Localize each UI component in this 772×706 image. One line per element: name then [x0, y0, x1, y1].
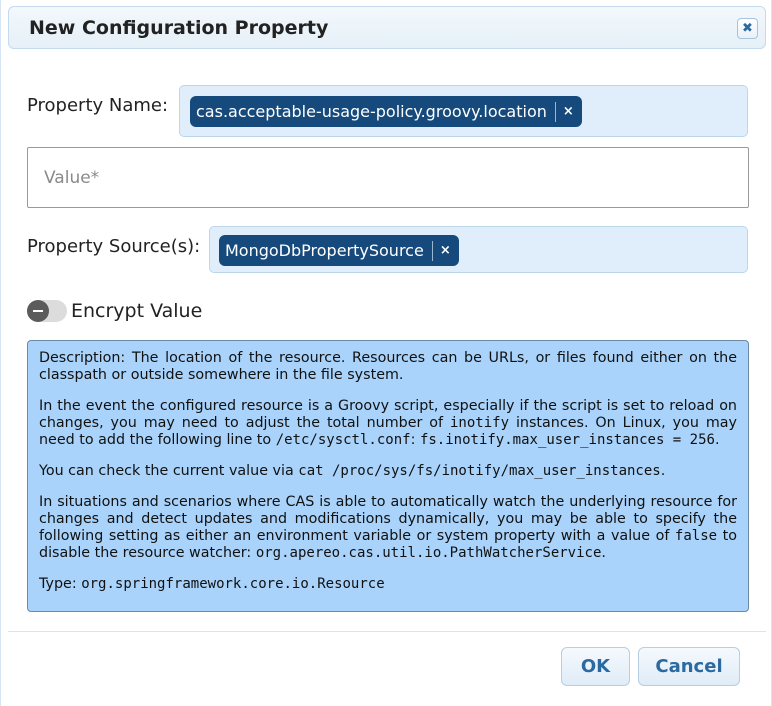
- new-configuration-property-dialog: New Configuration Property ✖ Property Na…: [0, 0, 772, 706]
- description-text: You can check the current value via: [39, 463, 299, 479]
- code-text: false: [674, 528, 718, 544]
- description-paragraph: In situations and scenarios where CAS is…: [39, 494, 737, 562]
- description-paragraph: Description: The location of the resourc…: [39, 350, 737, 384]
- property-name-chip-label: cas.acceptable-usage-policy.groovy.locat…: [196, 102, 547, 121]
- chip-separator: [431, 240, 433, 261]
- ok-button[interactable]: OK: [561, 647, 630, 686]
- property-name-label: Property Name:: [27, 95, 169, 116]
- toggle-knob-icon: [27, 300, 49, 322]
- code-text: org.apereo.cas.util.io.PathWatcherServic…: [255, 545, 602, 561]
- code-text: inotify: [450, 415, 510, 431]
- type-value: org.springframework.core.io.Resource: [81, 576, 385, 592]
- description-text: .: [601, 545, 606, 561]
- property-source-chip: MongoDbPropertySource ×: [219, 235, 459, 266]
- type-label: Type:: [39, 576, 82, 592]
- value-input[interactable]: [27, 147, 749, 208]
- encrypt-value-label: Encrypt Value: [71, 300, 203, 322]
- description-text: .: [660, 463, 666, 479]
- encrypt-value-toggle[interactable]: [27, 300, 67, 322]
- property-description-panel: Description: The location of the resourc…: [27, 340, 749, 612]
- description-text: :: [410, 432, 420, 448]
- code-text: fs.inotify.max_user_instances = 256: [419, 432, 715, 448]
- chip-separator: [554, 101, 556, 122]
- description-type-line: Type: org.springframework.core.io.Resour…: [39, 576, 737, 593]
- description-text: In situations and scenarios where CAS is…: [39, 494, 737, 544]
- footer-divider: [8, 631, 766, 632]
- dialog-title: New Configuration Property: [29, 17, 329, 39]
- description-text: Description: The location of the resourc…: [39, 350, 737, 383]
- description-paragraph: You can check the current value via cat …: [39, 463, 737, 480]
- property-source-field[interactable]: MongoDbPropertySource ×: [209, 226, 748, 273]
- cancel-button[interactable]: Cancel: [638, 647, 740, 686]
- property-name-field[interactable]: cas.acceptable-usage-policy.groovy.locat…: [179, 85, 748, 137]
- remove-chip-icon[interactable]: ×: [563, 104, 582, 119]
- description-paragraph: In the event the configured resource is …: [39, 398, 737, 449]
- close-icon[interactable]: ✖: [737, 18, 758, 39]
- property-name-chip: cas.acceptable-usage-policy.groovy.locat…: [190, 96, 582, 127]
- property-source-chip-label: MongoDbPropertySource: [225, 241, 424, 260]
- remove-chip-icon[interactable]: ×: [440, 243, 459, 258]
- dialog-titlebar: New Configuration Property ✖: [8, 6, 766, 49]
- description-text: .: [714, 432, 720, 448]
- code-text: cat /proc/sys/fs/inotify/max_user_instan…: [298, 463, 661, 479]
- code-text: /etc/sysctl.conf: [275, 432, 411, 448]
- property-source-label: Property Source(s):: [27, 236, 201, 257]
